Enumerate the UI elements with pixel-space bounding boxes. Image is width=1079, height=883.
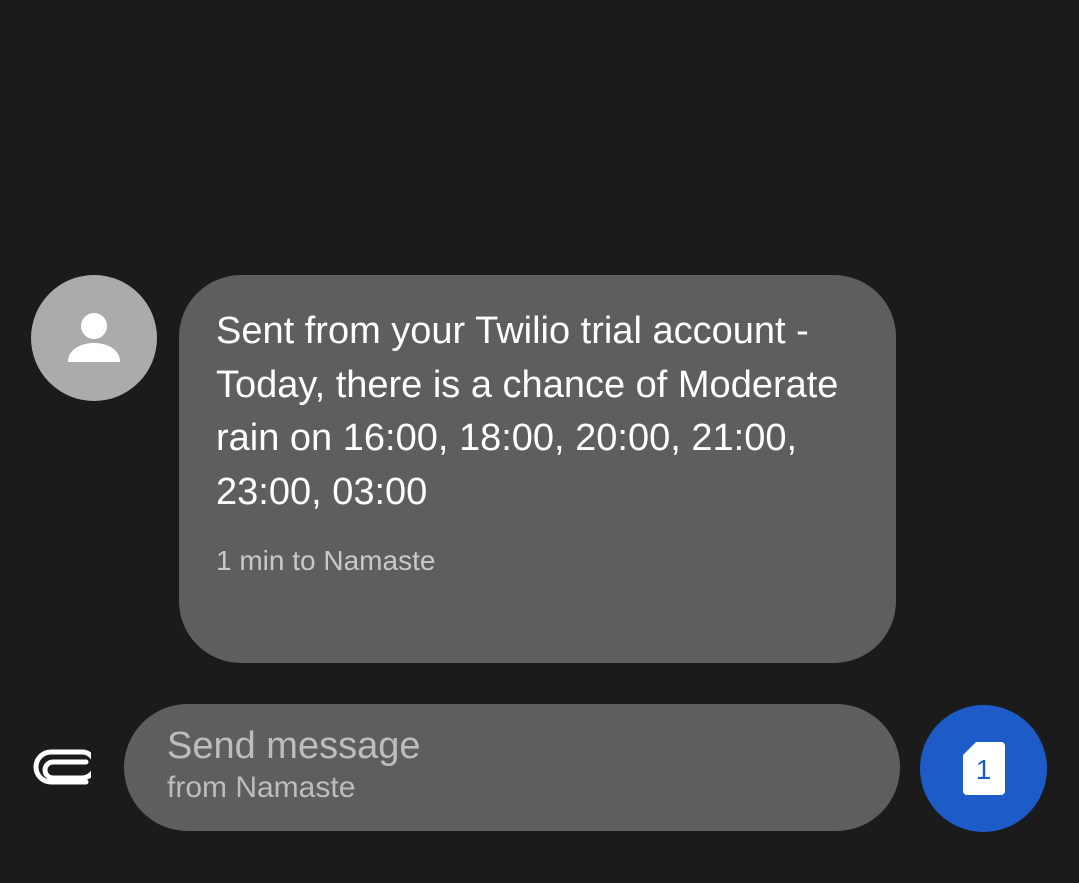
send-button[interactable]: 1: [920, 705, 1047, 832]
contact-avatar[interactable]: [31, 275, 157, 401]
message-status: 1 min to Namaste: [216, 545, 436, 576]
message-text: Sent from your Twilio trial account - To…: [216, 310, 839, 513]
message-input[interactable]: Send message from Namaste: [124, 704, 900, 831]
message-input-sender: from Namaste: [167, 771, 356, 804]
person-icon: [68, 313, 120, 362]
message-input-placeholder: Send message: [167, 725, 421, 767]
sim-number: 1: [975, 754, 992, 785]
attach-button[interactable]: [33, 749, 98, 785]
sim-card-icon: 1: [962, 741, 1006, 796]
conversation-screen: Sent from your Twilio trial account - To…: [0, 0, 1079, 883]
message-bubble[interactable]: Sent from your Twilio trial account - To…: [179, 275, 896, 663]
paperclip-icon: [33, 749, 98, 785]
